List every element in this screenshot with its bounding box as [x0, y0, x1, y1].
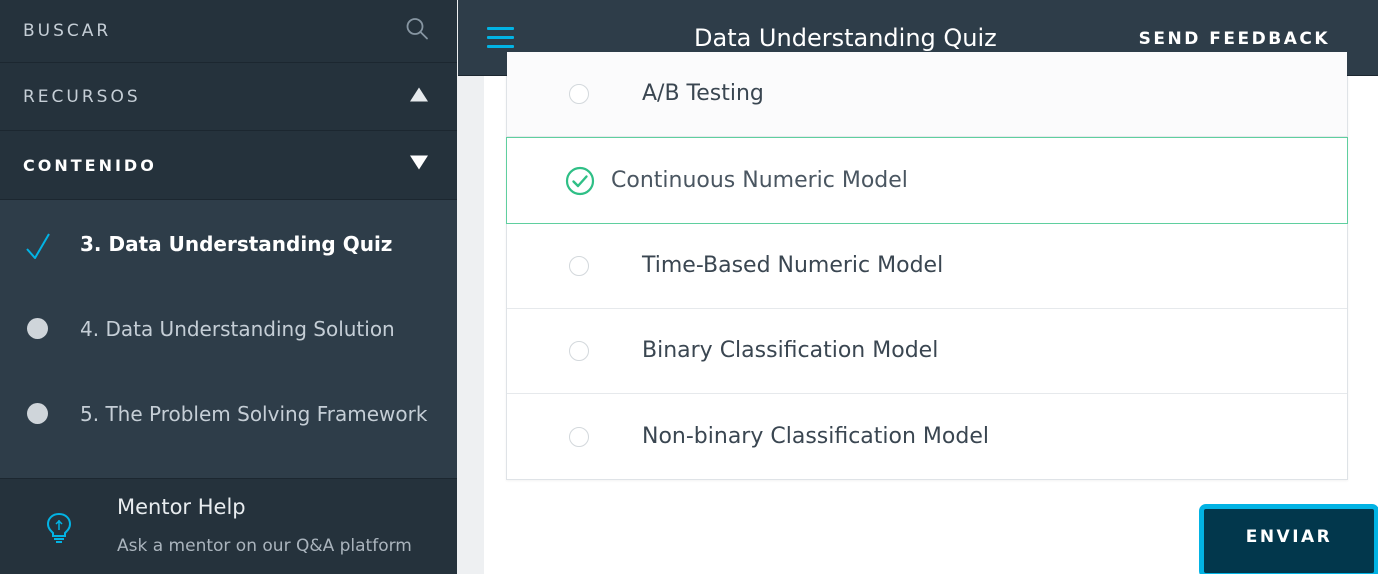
lesson-item-4[interactable]: 4. Data Understanding Solution [0, 286, 457, 371]
answer-option[interactable]: A/B Testing [507, 52, 1347, 137]
content-label: CONTENIDO [23, 155, 157, 175]
radio-button[interactable] [569, 426, 589, 447]
answer-options: A/B Testing Continuous Numeric Model Tim… [506, 52, 1348, 480]
checkmark-icon [26, 232, 50, 260]
resources-row[interactable]: RECURSOS [0, 63, 457, 131]
search-label: BUSCAR [23, 21, 112, 41]
search-icon[interactable] [405, 17, 429, 46]
submit-button[interactable]: ENVIAR [1199, 504, 1378, 574]
radio-button[interactable] [569, 84, 589, 104]
triangle-up-icon [409, 86, 429, 107]
check-circle-icon [565, 166, 595, 201]
page-title: Data Understanding Quiz [694, 24, 997, 52]
answer-option-selected[interactable]: Continuous Numeric Model [506, 137, 1348, 224]
mentor-subtitle: Ask a mentor on our Q&A platform [117, 536, 412, 556]
mentor-title: Mentor Help [117, 495, 246, 519]
mentor-help[interactable]: Mentor Help Ask a mentor on our Q&A plat… [0, 478, 457, 574]
lesson-item-3[interactable]: 3. Data Understanding Quiz [0, 201, 457, 286]
answer-option[interactable]: Time-Based Numeric Model [507, 224, 1347, 309]
send-feedback-button[interactable]: SEND FEEDBACK [1139, 29, 1330, 49]
main-content: A/B Testing Continuous Numeric Model Tim… [458, 52, 1378, 574]
status-dot [27, 318, 48, 339]
answer-label: Binary Classification Model [642, 338, 939, 363]
lesson-label: 4. Data Understanding Solution [80, 316, 395, 341]
lesson-item-5[interactable]: 5. The Problem Solving Framework [0, 371, 457, 456]
lesson-label: 5. The Problem Solving Framework [80, 401, 428, 426]
lesson-label: 3. Data Understanding Quiz [80, 231, 393, 256]
content-row[interactable]: CONTENIDO [0, 131, 457, 200]
answer-option[interactable]: Binary Classification Model [507, 309, 1347, 394]
triangle-down-icon [409, 155, 429, 176]
answer-label: A/B Testing [642, 81, 764, 106]
lightbulb-icon [46, 512, 72, 549]
radio-button[interactable] [569, 341, 589, 361]
answer-label: Time-Based Numeric Model [642, 253, 944, 278]
search-row[interactable]: BUSCAR [0, 0, 457, 63]
radio-button[interactable] [569, 256, 589, 276]
answer-label: Continuous Numeric Model [611, 167, 908, 193]
quiz-card: A/B Testing Continuous Numeric Model Tim… [484, 52, 1378, 574]
answer-option[interactable]: Non-binary Classification Model [507, 394, 1347, 479]
resources-label: RECURSOS [23, 86, 141, 107]
status-dot [27, 403, 48, 424]
hamburger-icon[interactable] [487, 27, 514, 51]
sidebar: BUSCAR RECURSOS CONTENIDO 3. Data Unders… [0, 0, 457, 574]
answer-label: Non-binary Classification Model [642, 423, 989, 449]
